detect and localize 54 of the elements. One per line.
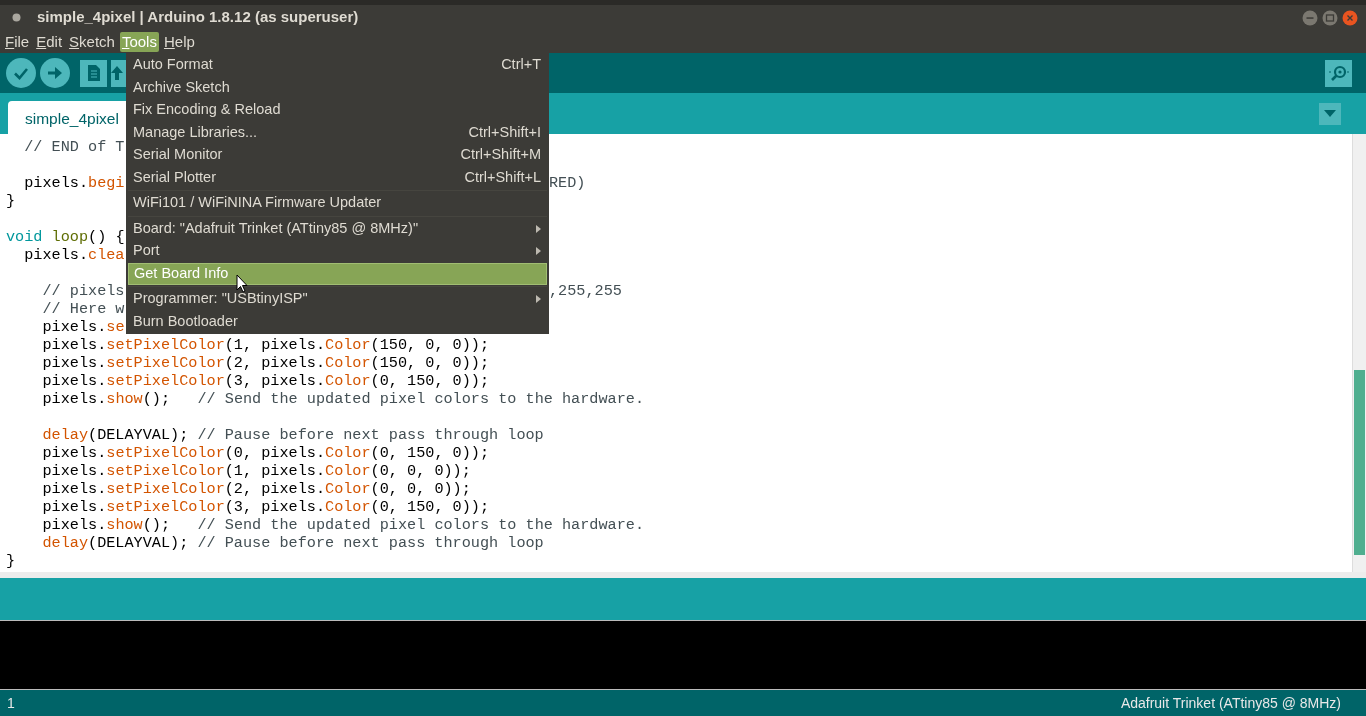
menu-item-label: Port [133,241,160,261]
code-line: ,255,255 [549,282,622,300]
code-line: RED) [549,174,586,192]
code-line: pixels.setPixelColor(2, pixels.Color(150, 0, 0)); [41,354,490,372]
menu-item-label: Burn Bootloader [133,311,238,331]
code-line: } [6,192,16,210]
line-number: 1 [7,693,15,713]
code-line: // END of T [23,138,125,156]
code-line: pixels.show(); // Send the updated pixel colors to the hardware. [41,516,644,534]
code-line: pixels.setPixelColor(2, pixels.Color(0, 0, 0)); [41,480,471,498]
code-line: pixels.se [41,318,125,336]
shortcut-label: Ctrl+T [501,55,541,75]
code-line: pixels.setPixelColor(1, pixels.Color(0, 0, 0)); [41,462,471,480]
menu-item-label: Archive Sketch [133,77,230,97]
menu-item-label: Manage Libraries... [133,122,258,142]
menu-item-label: Auto Format [133,55,213,75]
code-line: pixels.show(); // Send the updated pixel colors to the hardware. [41,390,644,408]
menu-item[interactable]: Burn Bootloader [128,310,547,333]
menu-item[interactable]: Port [128,240,547,263]
code-line: pixels.setPixelColor(1, pixels.Color(150, 0, 0)); [41,336,490,354]
menu-item-label: Fix Encoding & Reload [133,100,281,120]
menu-item[interactable]: Sketch [67,31,117,52]
code-line: } [6,552,16,570]
shortcut-label: Ctrl+Shift+I [468,122,541,142]
menu-item[interactable]: WiFi101 / WiFiNINA Firmware Updater [128,192,547,215]
code-line: // Here w [41,300,125,318]
menu-item-label: Get Board Info [134,263,229,283]
menu-item-label: Programmer: "USBtinyISP" [133,289,308,309]
menu-item[interactable]: Serial Monitor Ctrl+Shift+M [128,144,547,167]
code-line: pixels.begi [23,174,125,192]
board-name: Adafruit Trinket (ATtiny85 @ 8MHz) [1120,693,1341,713]
code-line: void loop() { [6,228,125,246]
menu-item-label: Serial Plotter [133,167,216,187]
shortcut-label: Ctrl+Shift+L [464,167,541,187]
menu-item[interactable]: File [3,31,32,52]
window-title: simple_4pixel | Arduino 1.8.12 (as superuser) [37,7,359,28]
menu-item-label: Serial Monitor [133,145,223,165]
menu-item[interactable]: Edit [34,31,65,52]
menu-item-label: Board: "Adafruit Trinket (ATtiny85 @ 8MHz)" [133,218,419,238]
code-line: pixels.setPixelColor(3, pixels.Color(0, 150, 0)); [41,498,490,516]
menu-item[interactable]: Auto Format Ctrl+T [128,54,547,77]
code-line: // pixels [41,282,125,300]
menu-item-label: WiFi101 / WiFiNINA Firmware Updater [133,193,382,213]
code-line: pixels.setPixelColor(3, pixels.Color(0, 150, 0)); [41,372,490,390]
code-line: pixels.setPixelColor(0, pixels.Color(0, 150, 0)); [41,444,490,462]
menu-item[interactable]: Archive Sketch [128,76,547,99]
code-line: delay(DELAYVAL); // Pause before next pass through loop [41,426,544,444]
menu-item[interactable]: Programmer: "USBtinyISP" [128,288,547,311]
code-line: delay(DELAYVAL); // Pause before next pass through loop [41,534,544,552]
menu-item[interactable]: Serial Plotter Ctrl+Shift+L [128,166,547,189]
code-line: pixels.clea [23,246,125,264]
menu-item[interactable]: Board: "Adafruit Trinket (ATtiny85 @ 8MHz)" [128,217,547,240]
shortcut-label: Ctrl+Shift+M [460,145,541,165]
menu-item[interactable]: Help [161,31,197,52]
